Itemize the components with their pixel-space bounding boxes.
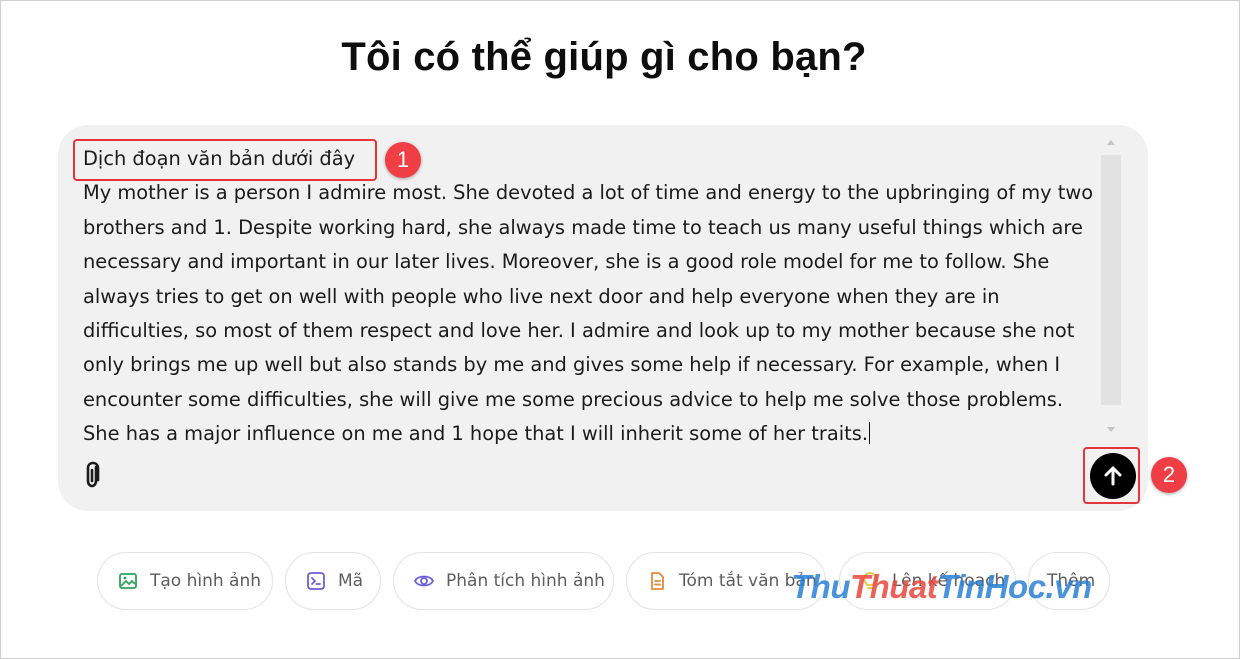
prompt-composer: Dịch đoạn văn bản dưới đây My mother is … — [58, 125, 1148, 511]
watermark-part: Thuat — [849, 568, 938, 605]
prompt-body-content: My mother is a person I admire most. She… — [83, 181, 1094, 446]
prompt-body-text: My mother is a person I admire most. She… — [83, 176, 1095, 451]
chip-create-image[interactable]: Tạo hình ảnh — [97, 552, 273, 610]
site-watermark: ThuThuatTinHoc.vn — [791, 568, 1092, 606]
scrollbar-thumb[interactable] — [1101, 155, 1121, 405]
eye-icon — [414, 575, 434, 587]
step-marker-1: 1 — [385, 142, 421, 178]
image-icon — [119, 573, 137, 589]
chip-code[interactable]: Mã — [285, 552, 381, 610]
text-caret — [869, 422, 870, 445]
document-icon — [651, 572, 664, 590]
highlight-box-first-line — [73, 139, 377, 181]
scroll-down-arrow-icon[interactable] — [1107, 427, 1115, 432]
app-frame: Tôi có thể giúp gì cho bạn? Dịch đoạn vă… — [0, 0, 1240, 659]
watermark-part: Thu — [791, 568, 850, 605]
chip-label: Tạo hình ảnh — [150, 571, 262, 591]
watermark-part: TinHoc — [937, 568, 1046, 605]
page-title: Tôi có thể giúp gì cho bạn? — [341, 35, 867, 79]
chip-label: Mã — [338, 571, 364, 591]
prompt-input[interactable]: Dịch đoạn văn bản dưới đây My mother is … — [83, 142, 1095, 452]
paperclip-icon[interactable] — [80, 459, 108, 491]
chip-analyze-image[interactable]: Phân tích hình ảnh — [393, 552, 614, 610]
highlight-box-send-button — [1083, 447, 1140, 504]
watermark-part: .vn — [1045, 568, 1093, 605]
code-terminal-icon — [307, 572, 325, 590]
scroll-up-arrow-icon[interactable] — [1107, 140, 1115, 145]
step-marker-2: 2 — [1151, 457, 1187, 493]
chip-label: Phân tích hình ảnh — [446, 571, 605, 591]
